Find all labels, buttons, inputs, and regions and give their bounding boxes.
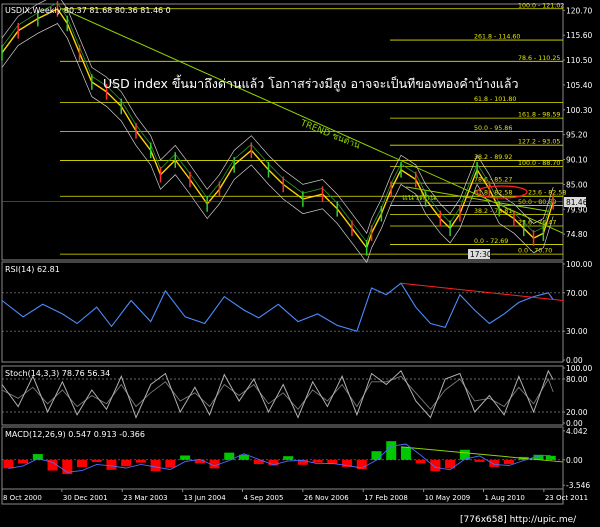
fib-level-label: 61.8 - 101.80 <box>474 96 516 103</box>
macd-bar <box>106 459 117 470</box>
stoch-ytick-label: 100.00 <box>566 364 592 373</box>
fib-level-label: 0.0 - 72.69 <box>474 238 508 245</box>
stoch-ytick-label: 20.00 <box>566 408 588 417</box>
headline: USD index ขึ้นมาถึงด่านแล้ว โอกาสร่วงมีส… <box>103 74 519 92</box>
fib-level-label: 23.6 - 82.58 <box>528 190 566 197</box>
fib-level-label: 100.0 - 88.70 <box>518 160 560 167</box>
price-ytick-label: 115.60 <box>566 31 592 40</box>
macd-bar <box>283 456 294 460</box>
macd-bar <box>545 455 556 460</box>
macd-bar <box>312 459 323 463</box>
price-ytick-label: 100.30 <box>566 106 592 115</box>
macd-bar <box>3 459 14 469</box>
fib-level-label: 0.0 - 70.70 <box>518 248 552 255</box>
price-ytick-label: 105.40 <box>566 81 592 90</box>
macd-bar <box>91 459 102 462</box>
macd-ytick-label: 4.042 <box>566 427 588 436</box>
x-tick-label: 10 May 2009 <box>425 494 471 502</box>
macd-bar <box>135 459 146 463</box>
fib-level-label: 78.6 - 110.25 <box>518 55 560 62</box>
macd-bar <box>165 459 176 468</box>
rsi-ytick-label: 30.00 <box>566 327 588 336</box>
x-tick-label: 4 Sep 2005 <box>243 494 283 502</box>
macd-bar <box>430 459 441 472</box>
x-tick-label: 30 Dec 2001 <box>63 494 108 502</box>
x-tick-label: 23 Mar 2003 <box>123 494 167 502</box>
fib-level-label: 127.2 - 93.05 <box>518 139 560 146</box>
stoch-title: Stoch(14,3,3) 78.76 56.34 <box>5 369 110 378</box>
resistance-label: แนวต้าน <box>402 192 436 203</box>
x-tick-label: 26 Nov 2006 <box>304 494 349 502</box>
macd-bar <box>415 459 426 464</box>
price-ytick-label: 95.20 <box>566 131 588 140</box>
x-tick-label: 17 Feb 2008 <box>364 494 408 502</box>
macd-bar <box>400 446 411 460</box>
time-label: 17:30 <box>470 250 492 259</box>
macd-bar <box>77 459 88 467</box>
fib-level-label: 161.8 - 98.59 <box>518 112 560 119</box>
macd-ytick-label: -3.546 <box>566 481 590 490</box>
rsi-ytick-label: 100.00 <box>566 260 592 269</box>
price-ytick-label: 85.00 <box>566 180 588 189</box>
macd-bar <box>150 459 161 472</box>
macd-title: MACD(12,26,9) 0.547 0.913 -0.366 <box>5 430 145 439</box>
fib-level-label: 100.0 - 121.02 <box>518 2 564 9</box>
watermark: [776x658] http://upic.me/ <box>460 515 577 525</box>
macd-bar <box>474 459 485 462</box>
chart-canvas: 120.70 115.60 110.50 105.40 100.30 95.20 90.10… <box>0 0 600 527</box>
stoch-ytick-label: 80.00 <box>566 375 588 384</box>
fib-level-label: 261.8 - 114.60 <box>474 34 520 41</box>
rsi-title: RSI(14) 62.81 <box>5 265 60 274</box>
fib-level-label: 50.0 - 95.86 <box>474 125 512 132</box>
price-ytick-label: 90.10 <box>566 156 588 165</box>
macd-bar <box>121 459 132 467</box>
price-ytick-label: 110.50 <box>566 56 592 65</box>
price-ytick-label: 74.80 <box>566 230 588 239</box>
price-ytick-label: 120.70 <box>566 6 592 15</box>
last-price: 81.46 <box>566 198 588 207</box>
macd-bar <box>386 441 397 460</box>
macd-bar <box>489 459 500 467</box>
macd-bar <box>18 459 29 464</box>
x-tick-label: 8 Oct 2000 <box>3 494 42 502</box>
macd-bar <box>504 459 515 465</box>
macd-bar <box>180 455 191 460</box>
x-tick-label: 23 Oct 2011 <box>545 494 588 502</box>
macd-ytick-label: 0.00 <box>566 456 583 465</box>
rsi-ytick-label: 70.00 <box>566 289 588 298</box>
main-header: USDIX,Weekly 80.37 81.68 80.36 81.46 0 <box>5 6 171 15</box>
x-tick-label: 13 Jun 2004 <box>184 494 227 502</box>
macd-bar <box>371 451 382 460</box>
x-tick-label: 1 Aug 2010 <box>484 494 524 502</box>
